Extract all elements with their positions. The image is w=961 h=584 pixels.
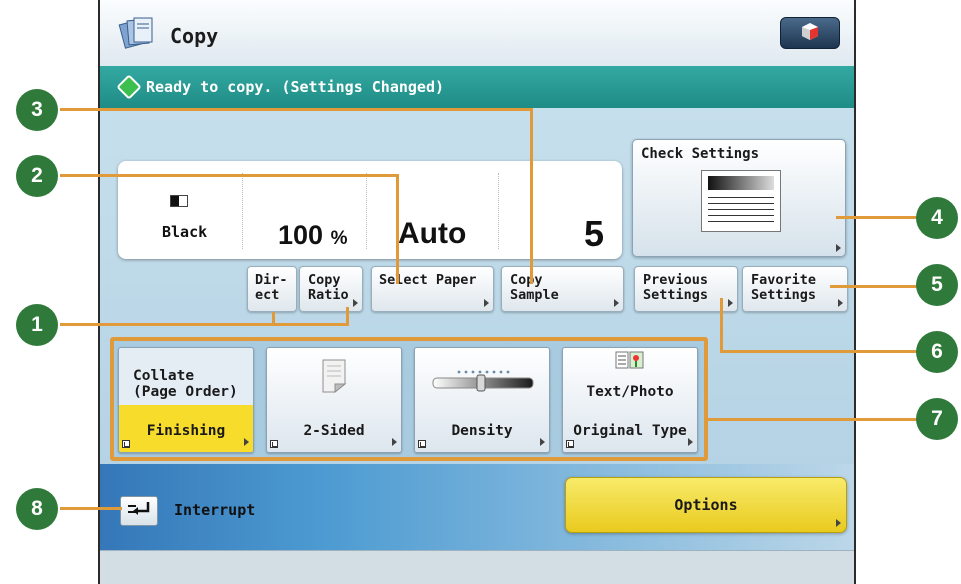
callout-leader [720, 350, 918, 353]
callout-leader [530, 108, 533, 284]
callout-leader [720, 298, 723, 352]
callout-leader [396, 174, 399, 284]
callout-leader [346, 307, 349, 326]
arrow-right-icon [688, 438, 693, 446]
two-sided-label: 2-Sided [303, 423, 365, 439]
arrow-right-icon [244, 438, 249, 446]
select-paper-button[interactable]: Select Paper [371, 266, 494, 312]
options-button[interactable]: Options [565, 477, 847, 533]
callout-leader [60, 507, 122, 510]
check-settings-button[interactable]: Check Settings [632, 139, 846, 257]
check-settings-doc-icon [701, 170, 781, 232]
copy-ratio-value: 100 % [278, 220, 348, 250]
ready-status-icon [116, 74, 142, 100]
callout-leader [272, 312, 275, 325]
app-title: Copy [170, 24, 219, 48]
status-bar: Ready to copy. (Settings Changed) [100, 66, 854, 108]
expand-corner-icon [270, 440, 278, 448]
callout-2: 2 [16, 155, 58, 197]
divider [498, 173, 499, 249]
corner-menu-button[interactable] [780, 17, 840, 49]
copy-app-icon [118, 14, 156, 50]
interrupt-label: Interrupt [174, 501, 256, 519]
original-type-label: Original Type [573, 423, 687, 439]
status-message: Ready to copy. (Settings Changed) [146, 78, 445, 96]
text-photo-icon [615, 351, 645, 373]
finishing-button[interactable]: Collate (Page Order) Finishing [118, 347, 254, 453]
interrupt-icon [127, 501, 151, 522]
callout-leader [60, 323, 348, 326]
copy-sample-button[interactable]: Copy Sample [501, 266, 624, 312]
two-sided-button[interactable]: 2-Sided [266, 347, 402, 453]
corner-menu-icon [800, 21, 820, 46]
footer-bar [100, 550, 854, 584]
arrow-right-icon [392, 438, 397, 446]
callout-5: 5 [916, 264, 958, 306]
paper-value: Auto [398, 217, 467, 250]
callout-leader [830, 285, 918, 288]
density-button[interactable]: Density [414, 347, 550, 453]
callout-leader [60, 174, 398, 177]
copies-count: 5 [584, 213, 605, 254]
expand-corner-icon [418, 440, 426, 448]
arrow-right-icon [728, 299, 733, 307]
callout-3: 3 [16, 89, 58, 131]
arrow-right-icon [353, 299, 358, 307]
callout-1: 1 [16, 304, 58, 346]
divider [242, 173, 243, 249]
arrow-right-icon [836, 519, 841, 527]
callout-7: 7 [916, 398, 958, 440]
arrow-right-icon [540, 438, 545, 446]
interrupt-button[interactable] [120, 496, 158, 526]
arrow-right-icon [484, 299, 489, 307]
two-sided-icon [319, 358, 349, 398]
density-label: Density [451, 423, 513, 439]
finishing-label: Finishing [146, 423, 226, 439]
callout-6: 6 [916, 331, 958, 373]
title-bar: Copy [100, 0, 854, 66]
original-type-button[interactable]: Text/Photo Original Type [562, 347, 698, 453]
callout-8: 8 [16, 488, 58, 530]
color-mode-value: Black [162, 223, 208, 241]
direct-button[interactable]: Dir- ect [247, 266, 297, 312]
arrow-right-icon [614, 299, 619, 307]
arrow-right-icon [836, 244, 841, 252]
callout-leader [708, 418, 918, 421]
divider [366, 173, 367, 249]
expand-corner-icon [566, 440, 574, 448]
function-tray: Collate (Page Order) Finishing 2-Sided D… [110, 337, 708, 461]
arrow-right-icon [838, 299, 843, 307]
callout-leader [60, 108, 532, 111]
favorite-settings-button[interactable]: Favorite Settings [742, 266, 848, 312]
callout-leader [836, 216, 918, 219]
copy-ratio-button[interactable]: Copy Ratio [299, 266, 363, 312]
black-mode-icon [170, 195, 188, 207]
density-slider-icon [429, 368, 537, 398]
callout-4: 4 [916, 197, 958, 239]
check-settings-label: Check Settings [641, 146, 760, 162]
expand-corner-icon [122, 440, 130, 448]
